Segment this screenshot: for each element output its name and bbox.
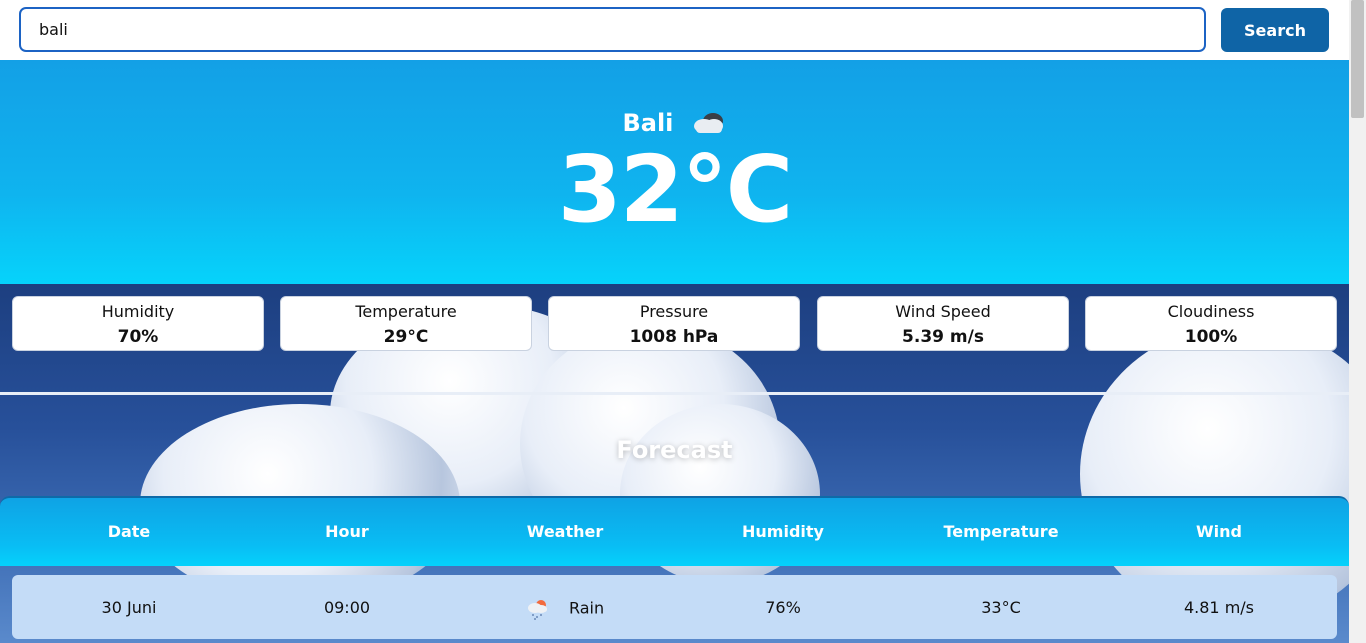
cell-date: 30 Juni	[101, 598, 157, 617]
stat-value: 5.39 m/s	[902, 327, 984, 347]
weather-label: Rain	[568, 598, 605, 618]
cell-temperature: 33°C	[981, 598, 1021, 617]
stat-label: Cloudiness	[1167, 302, 1255, 321]
stat-label: Wind Speed	[895, 302, 991, 321]
stat-label: Temperature	[355, 302, 457, 321]
section-divider	[0, 392, 1349, 395]
current-temperature: 32°C	[557, 136, 794, 243]
rain-icon	[526, 598, 550, 620]
stat-label: Humidity	[101, 302, 175, 321]
column-header-humidity: Humidity	[742, 522, 824, 541]
search-input[interactable]	[19, 7, 1206, 52]
sky-background: Humidity 70% Temperature 29°C Pressure 1…	[0, 284, 1349, 643]
cloud-icon	[691, 111, 727, 135]
page-scrollbar[interactable]	[1349, 0, 1366, 643]
cell-hour: 09:00	[323, 598, 371, 617]
column-header-wind: Wind	[1196, 522, 1242, 541]
stat-value: 1008 hPa	[629, 327, 719, 347]
column-header-hour: Hour	[325, 522, 369, 541]
stat-card-temperature: Temperature 29°C	[280, 296, 532, 351]
top-bar: Search	[0, 0, 1349, 60]
cell-humidity: 76%	[765, 598, 801, 617]
cell-weather: Rain	[456, 598, 674, 620]
cell-wind: 4.81 m/s	[1183, 598, 1255, 617]
stat-label: Pressure	[639, 302, 709, 321]
column-header-temperature: Temperature	[943, 522, 1059, 541]
scrollbar-thumb[interactable]	[1351, 0, 1364, 118]
forecast-title: Forecast	[616, 436, 733, 464]
stat-card-pressure: Pressure 1008 hPa	[548, 296, 800, 351]
stat-value: 100%	[1184, 327, 1238, 347]
column-header-weather: Weather	[526, 522, 604, 541]
city-name: Bali	[622, 109, 674, 137]
current-weather-hero: Bali 32°C	[0, 60, 1349, 284]
city-row: Bali	[0, 109, 1349, 137]
forecast-table-header: Date Hour Weather Humidity Temperature W…	[0, 496, 1349, 566]
stat-card-humidity: Humidity 70%	[12, 296, 264, 351]
column-header-date: Date	[107, 522, 151, 541]
search-button[interactable]: Search	[1221, 8, 1329, 52]
stat-card-cloudiness: Cloudiness 100%	[1085, 296, 1337, 351]
stat-value: 29°C	[383, 327, 429, 347]
table-row: 30 Juni 09:00 Rain 76% 33°C 4.81 m/s	[12, 575, 1337, 639]
stat-card-wind-speed: Wind Speed 5.39 m/s	[817, 296, 1069, 351]
stat-value: 70%	[117, 327, 159, 347]
